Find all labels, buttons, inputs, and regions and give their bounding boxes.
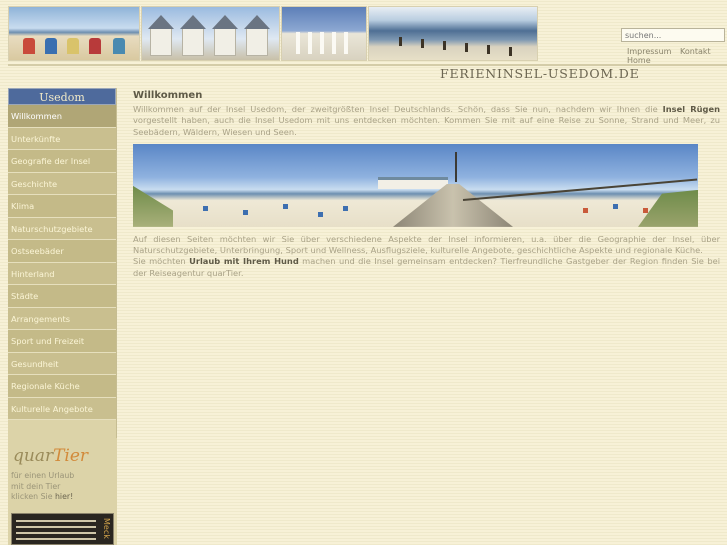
sidebar-item-geografie[interactable]: Geografie der Insel	[8, 150, 116, 173]
dog-holiday-link[interactable]: Urlaub mit Ihrem Hund	[189, 256, 299, 266]
ad-line-3-prefix: klicken Sie	[11, 492, 55, 501]
sidebar-item-hinterland[interactable]: Hinterland	[8, 262, 116, 285]
dog-text-1: Sie möchten	[133, 256, 190, 267]
sidebar-nav: Willkommen Unterkünfte Geografie der Ins…	[8, 105, 116, 420]
ahlbeck-pier-panorama	[133, 143, 698, 227]
sidebar-item-naturschutzgebiete[interactable]: Naturschutzgebiete	[8, 217, 116, 240]
sidebar-item-ostseebaeder[interactable]: Ostseebäder	[8, 240, 116, 263]
top-links: Impressum Kontakt Home	[627, 47, 727, 65]
sidebar: Usedom Willkommen Unterkünfte Geografie …	[8, 88, 117, 545]
ad-line-2: mit dein Tier	[11, 481, 61, 491]
page-title: Willkommen	[133, 90, 203, 101]
ad-line-3: klicken Sie hier!	[11, 492, 74, 503]
quartier-logo-part2: Tier	[53, 446, 89, 466]
quartier-logo-part1: quar	[13, 446, 54, 466]
header: Impressum Kontakt Home FERIENINSEL-USEDO…	[0, 0, 727, 86]
info-paragraph: Auf diesen Seiten möchten wir Sie über v…	[133, 233, 720, 256]
ad-line-1: für einen Urlaub	[11, 471, 75, 480]
beach-chair	[613, 203, 618, 209]
ad-banner-text: Meck	[102, 518, 111, 539]
intro-paragraph: Willkommen auf der Insel Usedom, der zwe…	[133, 104, 720, 138]
sidebar-item-arrangements[interactable]: Arrangements	[8, 307, 116, 330]
flagpole	[455, 151, 457, 182]
pier-hall-photo	[281, 6, 367, 61]
dune-left	[133, 185, 173, 227]
beach-chair	[203, 205, 208, 211]
beach-chair	[243, 209, 248, 215]
beach-chair	[643, 207, 648, 213]
quartier-ad: quarTier für einen Urlaub mit dein Tier …	[8, 438, 117, 545]
beach-chair	[583, 207, 588, 213]
beach-chair	[343, 205, 348, 211]
intro-text-1: Willkommen auf der Insel Usedom, der zwe…	[133, 104, 663, 114]
beach-chair	[283, 203, 288, 209]
site-logo[interactable]: FERIENINSEL-USEDOM.DE	[440, 66, 640, 81]
beach-chair	[318, 211, 323, 217]
kontakt-link[interactable]: Kontakt	[680, 47, 711, 56]
sidebar-item-unterkuenfte[interactable]: Unterkünfte	[8, 127, 116, 150]
ad-text: für einen Urlaub mit dein Tier klicken S…	[11, 471, 74, 503]
sidebar-item-geschichte[interactable]: Geschichte	[8, 172, 116, 195]
quartier-logo[interactable]: quarTier	[13, 446, 93, 470]
ad-banner[interactable]: Meck	[11, 513, 114, 545]
intro-text-2: vorgestellt haben, auch die Insel Usedom…	[133, 115, 720, 137]
sidebar-title: Usedom	[8, 88, 116, 105]
sidebar-item-gesundheit[interactable]: Gesundheit	[8, 352, 116, 375]
beach-chairs-photo	[8, 6, 140, 61]
insel-ruegen-link[interactable]: Insel Rügen	[663, 104, 720, 114]
sea-groynes-photo	[368, 6, 538, 61]
sidebar-item-willkommen[interactable]: Willkommen	[8, 105, 116, 128]
sidebar-item-kulturelle-angebote[interactable]: Kulturelle Angebote	[8, 397, 116, 420]
pier-walkway	[393, 183, 513, 227]
ad-here-link[interactable]: hier!	[55, 492, 73, 501]
sidebar-item-sport-freizeit[interactable]: Sport und Freizeit	[8, 330, 116, 353]
main-content: Willkommen Willkommen auf der Insel Used…	[133, 90, 720, 279]
impressum-link[interactable]: Impressum	[627, 47, 671, 56]
sidebar-item-klima[interactable]: Klima	[8, 195, 116, 218]
beach-huts-photo	[141, 6, 280, 61]
pier-hall	[378, 176, 448, 189]
search-input[interactable]	[621, 28, 725, 42]
dog-holiday-paragraph: Sie möchten Urlaub mit Ihrem Hund machen…	[133, 256, 720, 279]
sidebar-item-staedte[interactable]: Städte	[8, 285, 116, 308]
sidebar-item-regionale-kueche[interactable]: Regionale Küche	[8, 375, 116, 398]
